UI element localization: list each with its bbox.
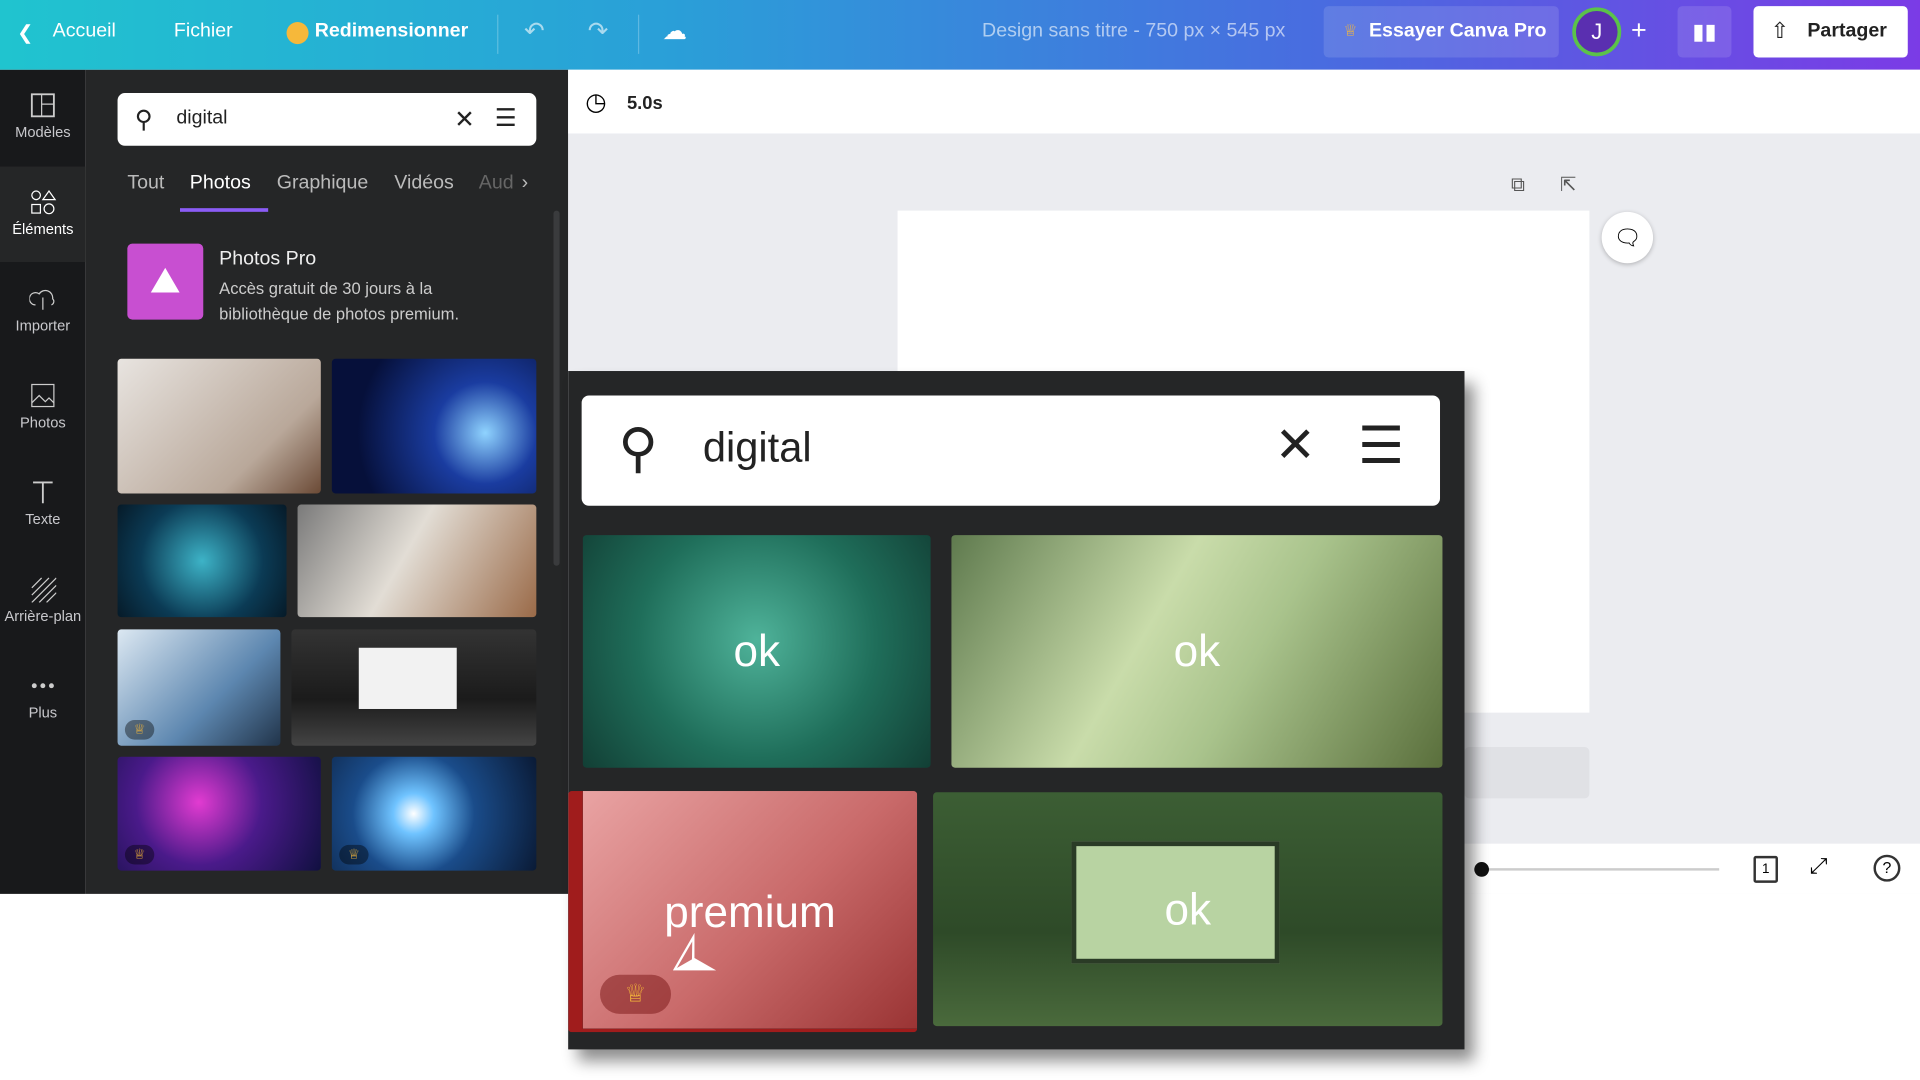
sidebar-label: Photos bbox=[19, 413, 66, 432]
search-value: digital bbox=[176, 107, 228, 129]
add-page-icon[interactable]: ⇱ bbox=[1560, 173, 1576, 197]
undo-icon[interactable]: ↶ bbox=[524, 16, 545, 47]
premium-crown-icon: ♕ bbox=[124, 720, 155, 740]
sidebar-label: Arrière-plan bbox=[4, 607, 82, 625]
zoomed-annotation: ⚲ digital ✕ ☰ ok ok premium ♕ ⮘ ok bbox=[568, 371, 1465, 1050]
comment-add-icon[interactable]: 🗨 bbox=[1601, 211, 1654, 264]
sidebar-item-more[interactable]: Plus bbox=[0, 650, 86, 746]
sidebar-label: Importer bbox=[15, 317, 71, 335]
photo-laptop-dark[interactable] bbox=[291, 629, 537, 746]
photo-digital-icons[interactable] bbox=[117, 504, 287, 618]
zoom-slider[interactable] bbox=[1474, 868, 1720, 871]
add-member-icon[interactable]: + bbox=[1631, 15, 1647, 47]
ok-label: ok bbox=[1173, 625, 1221, 676]
photos-pro-icon: ⛰ bbox=[127, 243, 204, 320]
sidebar-label: Éléments bbox=[12, 220, 74, 238]
crown-icon: ♕ bbox=[1343, 20, 1358, 40]
sidebar-label: Modèles bbox=[15, 123, 71, 141]
sidebar-item-text[interactable]: Texte bbox=[0, 457, 86, 553]
text-icon bbox=[33, 481, 53, 504]
share-button[interactable]: ⇧ Partager bbox=[1753, 6, 1908, 58]
active-tab-indicator bbox=[180, 208, 269, 212]
sidebar-item-templates[interactable]: Modèles bbox=[0, 70, 86, 166]
photo-laptop-ok[interactable]: ok bbox=[933, 792, 1443, 1027]
premium-crown-icon: ♕ bbox=[339, 844, 369, 865]
search-input[interactable]: ⚲ digital ✕ ☰ bbox=[117, 93, 537, 146]
search-icon: ⚲ bbox=[618, 418, 658, 479]
templates-icon bbox=[30, 93, 55, 118]
sidebar-label: Texte bbox=[25, 510, 61, 528]
chevron-left-icon[interactable]: ❮ bbox=[17, 21, 33, 45]
clear-icon[interactable]: ✕ bbox=[1275, 418, 1316, 474]
ok-label: ok bbox=[1164, 884, 1212, 935]
photos-icon bbox=[31, 383, 55, 408]
photo-digital-icons-ok[interactable]: ok bbox=[582, 535, 931, 768]
avatar[interactable]: J bbox=[1572, 7, 1622, 57]
premium-crown-icon: ♕ bbox=[600, 974, 672, 1014]
background-icon bbox=[31, 577, 57, 603]
file-menu[interactable]: Fichier bbox=[174, 21, 233, 43]
search-icon: ⚲ bbox=[134, 106, 153, 134]
more-icon bbox=[31, 683, 54, 689]
sidebar-item-photos[interactable]: Photos bbox=[0, 360, 86, 456]
try-pro-button[interactable]: ♕ Essayer Canva Pro bbox=[1323, 6, 1559, 58]
crown-icon bbox=[286, 22, 309, 45]
duration[interactable]: 5.0s bbox=[627, 93, 663, 114]
photo-notebook-ok[interactable]: ok bbox=[951, 535, 1443, 768]
analytics-icon[interactable]: ▮▮ bbox=[1677, 6, 1732, 58]
premium-crown-icon: ♕ bbox=[124, 844, 155, 865]
design-title[interactable]: Design sans titre - 750 px × 545 px bbox=[982, 21, 1285, 43]
try-pro-label: Essayer Canva Pro bbox=[1368, 20, 1547, 42]
timing-bar: ◷ 5.0s bbox=[568, 69, 1920, 134]
home-button[interactable]: Accueil bbox=[53, 21, 116, 43]
sidebar: Modèles Éléments Importer Photos Texte A… bbox=[0, 69, 86, 894]
chevron-right-icon[interactable]: › bbox=[522, 173, 529, 195]
photo-blue-light[interactable] bbox=[331, 358, 537, 494]
tab-all[interactable]: Tout bbox=[127, 173, 164, 195]
sidebar-item-upload[interactable]: Importer bbox=[0, 263, 86, 359]
sidebar-label: Plus bbox=[28, 704, 58, 722]
search-value: digital bbox=[702, 424, 812, 472]
clear-icon[interactable]: ✕ bbox=[454, 104, 475, 135]
ok-label: ok bbox=[733, 625, 781, 676]
tab-graphics[interactable]: Graphique bbox=[277, 173, 368, 195]
panel-scrollbar[interactable] bbox=[553, 210, 560, 566]
bottom-bar: 1 ⤢ ? bbox=[1425, 843, 1920, 894]
tab-photos[interactable]: Photos bbox=[190, 173, 251, 195]
upload-icon bbox=[29, 289, 55, 310]
promo-title[interactable]: Photos Pro bbox=[219, 249, 316, 271]
sidebar-item-background[interactable]: Arrière-plan bbox=[0, 553, 86, 649]
zoom-slider-thumb[interactable] bbox=[1474, 862, 1489, 877]
search-input-zoomed[interactable]: ⚲ digital ✕ ☰ bbox=[581, 395, 1441, 506]
tab-audio[interactable]: Audio bbox=[479, 173, 513, 195]
canva-editor: ❮ Accueil Fichier Redimensionner ↶ ↷ ☁ D… bbox=[0, 0, 1920, 1080]
top-bar: ❮ Accueil Fichier Redimensionner ↶ ↷ ☁ D… bbox=[0, 0, 1920, 70]
add-page-button[interactable] bbox=[1464, 746, 1590, 799]
cloud-saved-icon[interactable]: ☁ bbox=[662, 16, 686, 47]
promo-text: Accès gratuit de 30 jours à la bibliothè… bbox=[219, 279, 460, 324]
tab-videos[interactable]: Vidéos bbox=[394, 173, 454, 195]
duplicate-page-icon[interactable]: ⧉ bbox=[1511, 175, 1525, 197]
filter-icon[interactable]: ☰ bbox=[1358, 415, 1404, 475]
redo-icon[interactable]: ↷ bbox=[588, 16, 609, 47]
clock-icon[interactable]: ◷ bbox=[585, 87, 606, 118]
photo-premium-highlight[interactable]: premium ♕ ⮘ bbox=[568, 791, 918, 1033]
resize-button[interactable]: Redimensionner bbox=[315, 21, 469, 43]
elements-icon bbox=[31, 189, 57, 215]
pages-button[interactable]: 1 bbox=[1753, 855, 1778, 883]
share-label: Partager bbox=[1807, 20, 1887, 42]
photo-purple-abstract[interactable]: ♕ bbox=[117, 756, 321, 871]
share-icon: ⇧ bbox=[1770, 18, 1790, 43]
photo-digital-transformation[interactable]: ♕ bbox=[117, 629, 281, 746]
photo-notebook-writing[interactable] bbox=[297, 504, 537, 618]
filter-icon[interactable]: ☰ bbox=[495, 103, 517, 134]
fullscreen-icon[interactable]: ⤢ bbox=[1810, 853, 1828, 879]
photo-laptop-desk[interactable] bbox=[117, 358, 321, 494]
help-icon[interactable]: ? bbox=[1873, 854, 1901, 882]
sidebar-item-elements[interactable]: Éléments bbox=[0, 166, 86, 263]
photo-data-tunnel[interactable]: ♕ bbox=[331, 756, 537, 871]
elements-panel: ⚲ digital ✕ ☰ Tout Photos Graphique Vidé… bbox=[85, 69, 569, 894]
